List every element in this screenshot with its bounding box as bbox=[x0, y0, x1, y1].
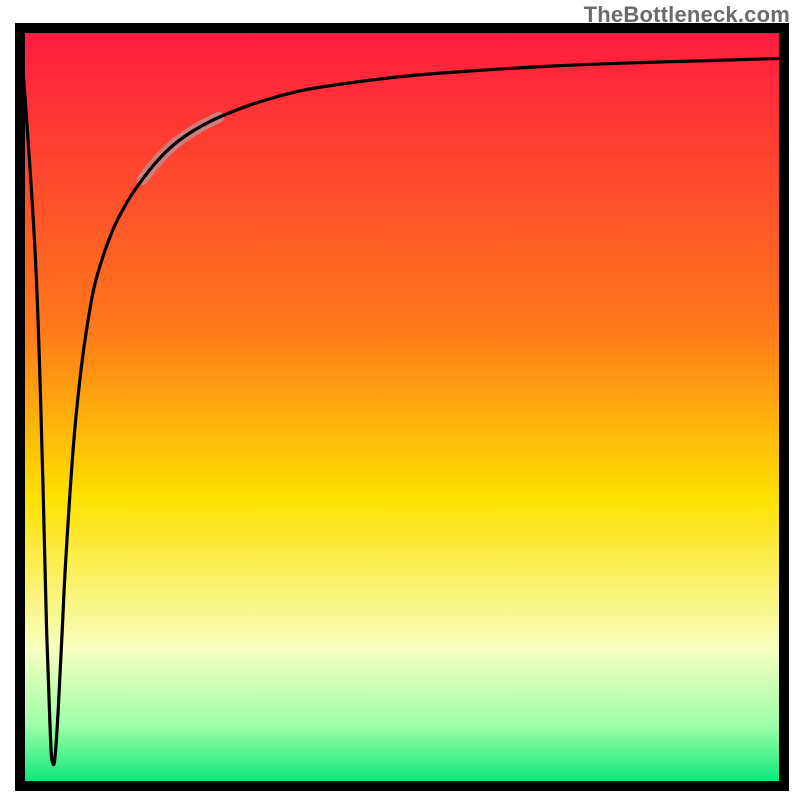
chart-root: TheBottleneck.com bbox=[0, 0, 800, 800]
plot-gradient-background bbox=[20, 28, 784, 786]
bottleneck-chart bbox=[0, 0, 800, 800]
